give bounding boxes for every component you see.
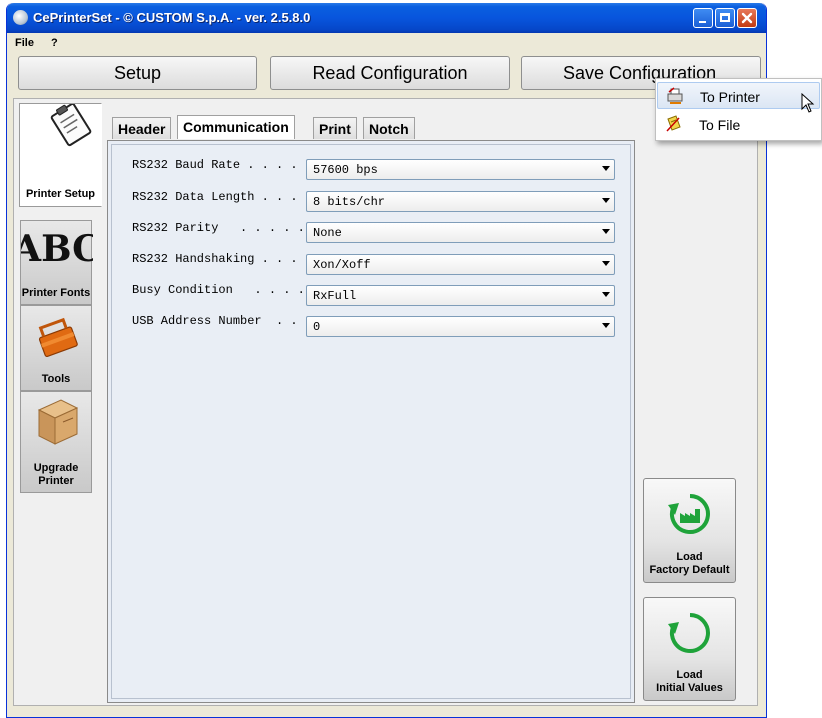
title-bar[interactable]: CePrinterSet - © CUSTOM S.p.A. - ver. 2.… [7, 3, 766, 33]
dropdown-arrow-icon [602, 292, 610, 297]
select-value: 8 bits/chr [313, 195, 386, 209]
minimize-icon [699, 21, 706, 23]
sidebar-tab-upgrade-printer[interactable]: Upgrade Printer [20, 391, 92, 493]
sidebar-label-printer-setup: Printer Setup [25, 188, 96, 200]
select-value: None [313, 226, 342, 240]
factory-reload-icon [668, 494, 710, 534]
file-icon [666, 115, 681, 132]
tab-notch[interactable]: Notch [363, 117, 415, 139]
menu-item-to-printer[interactable]: To Printer [657, 82, 820, 109]
mouse-cursor-icon [801, 93, 815, 113]
menu-bar: File ? [7, 33, 766, 53]
tab-communication[interactable]: Communication [177, 115, 295, 139]
dropdown-arrow-icon [602, 323, 610, 328]
sidebar-tab-printer-setup[interactable]: Printer Setup [19, 103, 102, 207]
factory-default-line2: Factory Default [649, 564, 730, 576]
clipboard-icon [50, 104, 92, 147]
menu-help[interactable]: ? [51, 37, 58, 49]
app-icon [13, 10, 28, 25]
maximize-button[interactable] [715, 8, 735, 28]
package-box-icon [37, 399, 79, 445]
setup-button[interactable]: Setup [18, 56, 257, 90]
select-data-length[interactable]: 8 bits/chr [306, 191, 615, 212]
label-handshaking: RS232 Handshaking . . . [132, 252, 298, 266]
dropdown-arrow-icon [602, 198, 610, 203]
sidebar-label-tools: Tools [41, 373, 71, 385]
tab-header[interactable]: Header [112, 117, 172, 139]
label-usb-address: USB Address Number . . [132, 314, 298, 328]
menu-file[interactable]: File [15, 37, 34, 49]
select-handshaking[interactable]: Xon/Xoff [306, 254, 615, 275]
svg-text:ABC: ABC [21, 228, 93, 270]
select-value: 57600 bps [313, 163, 378, 177]
initial-values-line1: Load [676, 669, 703, 681]
select-parity[interactable]: None [306, 222, 615, 243]
select-baud-rate[interactable]: 57600 bps [306, 159, 615, 180]
label-busy-condition: Busy Condition . . . . [132, 283, 305, 297]
sidebar-label-upgrade-printer: Upgrade Printer [33, 462, 79, 487]
dropdown-arrow-icon [602, 166, 610, 171]
sidebar-tab-printer-fonts[interactable]: ABC Printer Fonts [20, 220, 93, 305]
label-parity: RS232 Parity . . . . . [132, 221, 305, 235]
factory-default-line1: Load [676, 551, 703, 563]
select-value: 0 [313, 320, 321, 334]
read-configuration-button[interactable]: Read Configuration [270, 56, 510, 90]
select-value: Xon/Xoff [313, 258, 371, 272]
menu-item-label: To Printer [700, 89, 760, 105]
menu-item-label: To File [699, 117, 741, 133]
window-title: CePrinterSet - © CUSTOM S.p.A. - ver. 2.… [33, 10, 311, 25]
minimize-button[interactable] [693, 8, 713, 28]
close-button[interactable] [737, 8, 757, 28]
menu-item-to-file[interactable]: To File [657, 111, 820, 138]
close-icon [741, 12, 753, 24]
maximize-icon [720, 13, 730, 22]
abc-font-icon: ABC [21, 228, 93, 270]
label-data-length: RS232 Data Length . . . [132, 190, 298, 204]
select-value: RxFull [313, 289, 357, 303]
select-usb-address[interactable]: 0 [306, 316, 615, 337]
toolbox-icon [38, 317, 78, 358]
sidebar-tab-tools[interactable]: Tools [20, 305, 92, 391]
printer-icon [667, 87, 683, 104]
dropdown-arrow-icon [602, 229, 610, 234]
reload-icon [668, 613, 710, 653]
sidebar-label-printer-fonts: Printer Fonts [21, 287, 91, 299]
dropdown-arrow-icon [602, 261, 610, 266]
load-initial-values-button[interactable]: Load Initial Values [643, 597, 736, 701]
initial-values-line2: Initial Values [656, 682, 723, 694]
tab-print[interactable]: Print [313, 117, 357, 139]
select-busy-condition[interactable]: RxFull [306, 285, 615, 306]
save-configuration-menu: To Printer To File [655, 78, 822, 141]
load-factory-default-button[interactable]: Load Factory Default [643, 478, 736, 583]
label-baud-rate: RS232 Baud Rate . . . . [132, 158, 298, 172]
